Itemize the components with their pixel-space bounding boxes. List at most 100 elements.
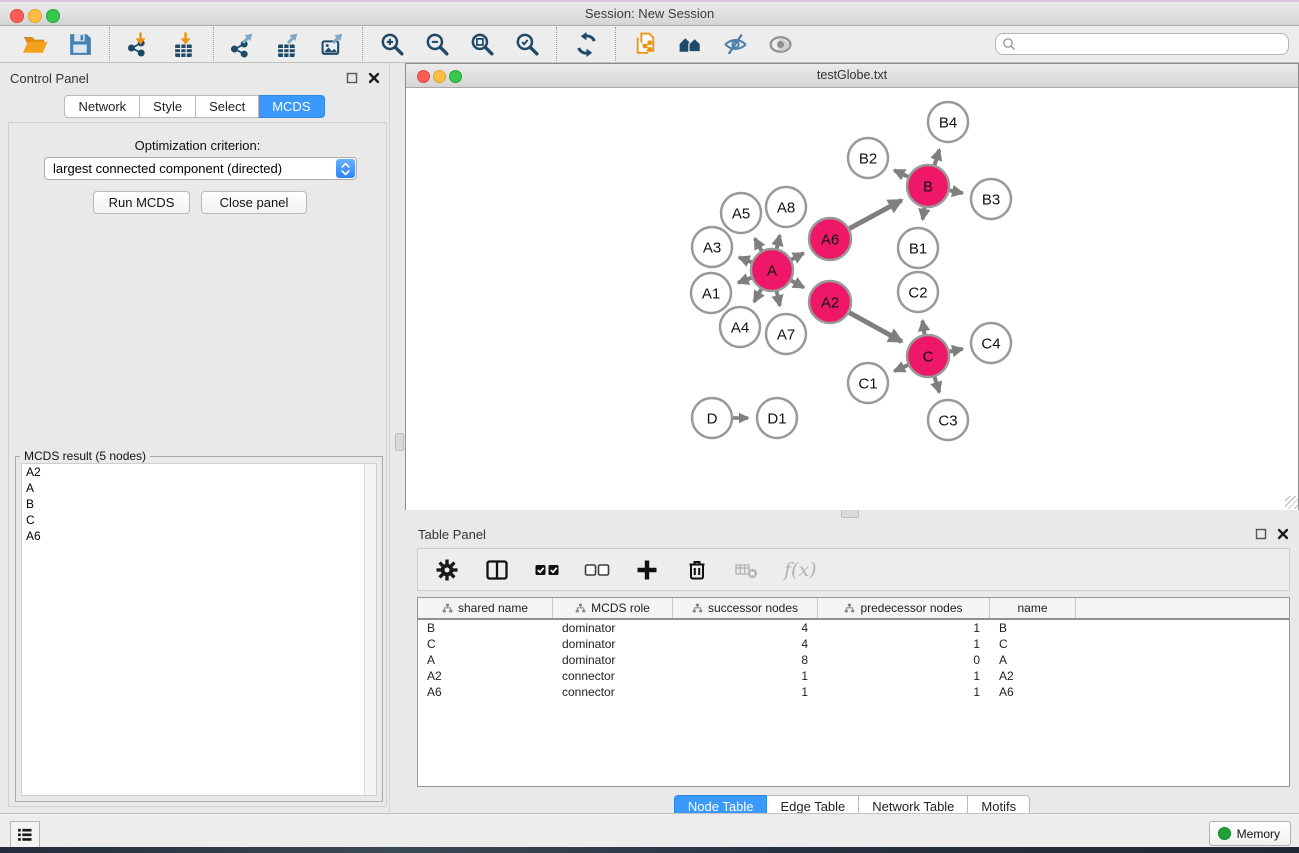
network-canvas[interactable]: B4B2BB3A5A8A6A3AB1A1A2C2A4A7C4CC1DD1C3 (406, 88, 1298, 510)
edge-A-A2[interactable] (791, 281, 803, 288)
search-input[interactable] (995, 33, 1289, 55)
table-row[interactable]: Cdominator41C (418, 636, 1289, 652)
run-mcds-button[interactable]: Run MCDS (93, 191, 190, 214)
edge-B-B2[interactable] (894, 170, 908, 176)
edge-A6-B[interactable] (849, 200, 901, 228)
memory-button[interactable]: Memory (1209, 821, 1291, 846)
tab-network[interactable]: Network (64, 95, 140, 118)
edge-A-A1[interactable] (738, 278, 751, 283)
table-float-panel-icon[interactable] (1254, 527, 1268, 541)
criterion-dropdown[interactable]: largest connected component (directed) (44, 157, 357, 180)
floppy-save-icon[interactable] (65, 29, 95, 59)
image-export-icon[interactable] (318, 29, 348, 59)
result-item[interactable]: A (22, 480, 376, 496)
column-header-name[interactable]: name (990, 598, 1076, 618)
table-cell[interactable]: A2 (418, 668, 553, 684)
network-window-titlebar[interactable]: testGlobe.txt (406, 64, 1298, 88)
table-cell[interactable]: A6 (418, 684, 553, 700)
table-close-panel-icon[interactable] (1276, 527, 1290, 541)
column-header-predecessor-nodes[interactable]: predecessor nodes (818, 598, 990, 618)
table-cell[interactable]: B (418, 620, 553, 636)
table-cell[interactable]: connector (553, 684, 673, 700)
column-header-shared-name[interactable]: shared name (418, 598, 553, 618)
table-cell[interactable]: dominator (553, 620, 673, 636)
vertical-divider-grip[interactable] (395, 433, 404, 451)
table-cell[interactable]: 8 (673, 652, 818, 668)
table-cell[interactable]: 0 (818, 652, 990, 668)
os-titlebar[interactable]: Session: New Session (0, 2, 1299, 26)
document-network-icon[interactable] (630, 29, 660, 59)
gear-icon[interactable] (434, 557, 460, 583)
result-item[interactable]: A6 (22, 528, 376, 544)
table-cell[interactable]: dominator (553, 652, 673, 668)
table-cell[interactable]: 1 (818, 636, 990, 652)
zoom-selected-icon[interactable] (512, 29, 542, 59)
close-panel-icon[interactable] (367, 71, 381, 85)
edge-B-B3[interactable] (950, 190, 963, 193)
edge-B-B4[interactable] (935, 150, 940, 165)
table-cell[interactable]: B (990, 620, 1076, 636)
edge-A-A8[interactable] (777, 235, 780, 248)
table-cell[interactable]: 4 (673, 636, 818, 652)
table-import-icon[interactable] (169, 29, 199, 59)
horizontal-divider-grip[interactable] (841, 509, 859, 518)
houses-icon[interactable] (675, 29, 705, 59)
refresh-icon[interactable] (571, 29, 601, 59)
table-cell[interactable]: connector (553, 668, 673, 684)
edge-A-A5[interactable] (755, 238, 762, 250)
table-cell[interactable]: A (418, 652, 553, 668)
window-resize-handle[interactable] (1285, 496, 1298, 509)
edge-C-C3[interactable] (935, 377, 940, 392)
column-header-successor-nodes[interactable]: successor nodes (673, 598, 818, 618)
edge-C-C2[interactable] (922, 321, 924, 335)
zoom-in-icon[interactable] (377, 29, 407, 59)
table-cell[interactable]: 1 (818, 620, 990, 636)
table-cell[interactable]: A2 (990, 668, 1076, 684)
checkboxes-checked-icon[interactable] (534, 557, 560, 583)
result-item[interactable]: C (22, 512, 376, 528)
column-header-mcds-role[interactable]: MCDS role (553, 598, 673, 618)
edge-A-A6[interactable] (791, 253, 803, 259)
table-cell[interactable]: 1 (673, 668, 818, 684)
result-scrollbar[interactable] (364, 464, 376, 795)
edge-C-C1[interactable] (894, 365, 907, 371)
table-cell[interactable]: 1 (818, 684, 990, 700)
trash-icon[interactable] (684, 557, 710, 583)
tab-style[interactable]: Style (140, 95, 196, 118)
table-cell[interactable]: 1 (818, 668, 990, 684)
tab-mcds[interactable]: MCDS (259, 95, 324, 118)
tab-select[interactable]: Select (196, 95, 259, 118)
table-cell[interactable]: C (418, 636, 553, 652)
table-row[interactable]: A6connector11A6 (418, 684, 1289, 700)
table-export-icon[interactable] (273, 29, 303, 59)
edge-A-A4[interactable] (754, 289, 761, 302)
table-cell[interactable]: C (990, 636, 1076, 652)
close-panel-button[interactable]: Close panel (201, 191, 307, 214)
table-delete-icon[interactable] (734, 557, 760, 583)
table-cell[interactable]: A6 (990, 684, 1076, 700)
edge-A-A7[interactable] (777, 291, 780, 305)
plus-icon[interactable] (634, 557, 660, 583)
eye-slash-icon[interactable] (720, 29, 750, 59)
table-cell[interactable]: dominator (553, 636, 673, 652)
table-row[interactable]: A2connector11A2 (418, 668, 1289, 684)
task-history-button[interactable] (10, 821, 40, 848)
folder-open-icon[interactable] (20, 29, 50, 59)
checkboxes-unchecked-icon[interactable] (584, 557, 610, 583)
edge-C-C4[interactable] (950, 349, 963, 352)
table-cell[interactable]: 1 (673, 684, 818, 700)
split-panel-icon[interactable] (484, 557, 510, 583)
table-cell[interactable]: 4 (673, 620, 818, 636)
eye-icon[interactable] (765, 29, 795, 59)
mcds-result-list[interactable]: A2ABCA6 (21, 463, 377, 796)
zoom-fit-icon[interactable] (467, 29, 497, 59)
network-import-icon[interactable] (124, 29, 154, 59)
zoom-out-icon[interactable] (422, 29, 452, 59)
edge-A-A3[interactable] (739, 257, 751, 262)
network-export-icon[interactable] (228, 29, 258, 59)
table-row[interactable]: Bdominator41B (418, 620, 1289, 636)
result-item[interactable]: A2 (22, 464, 376, 480)
edge-B-B1[interactable] (923, 208, 925, 220)
table-cell[interactable]: A (990, 652, 1076, 668)
edge-A2-C[interactable] (849, 313, 901, 342)
